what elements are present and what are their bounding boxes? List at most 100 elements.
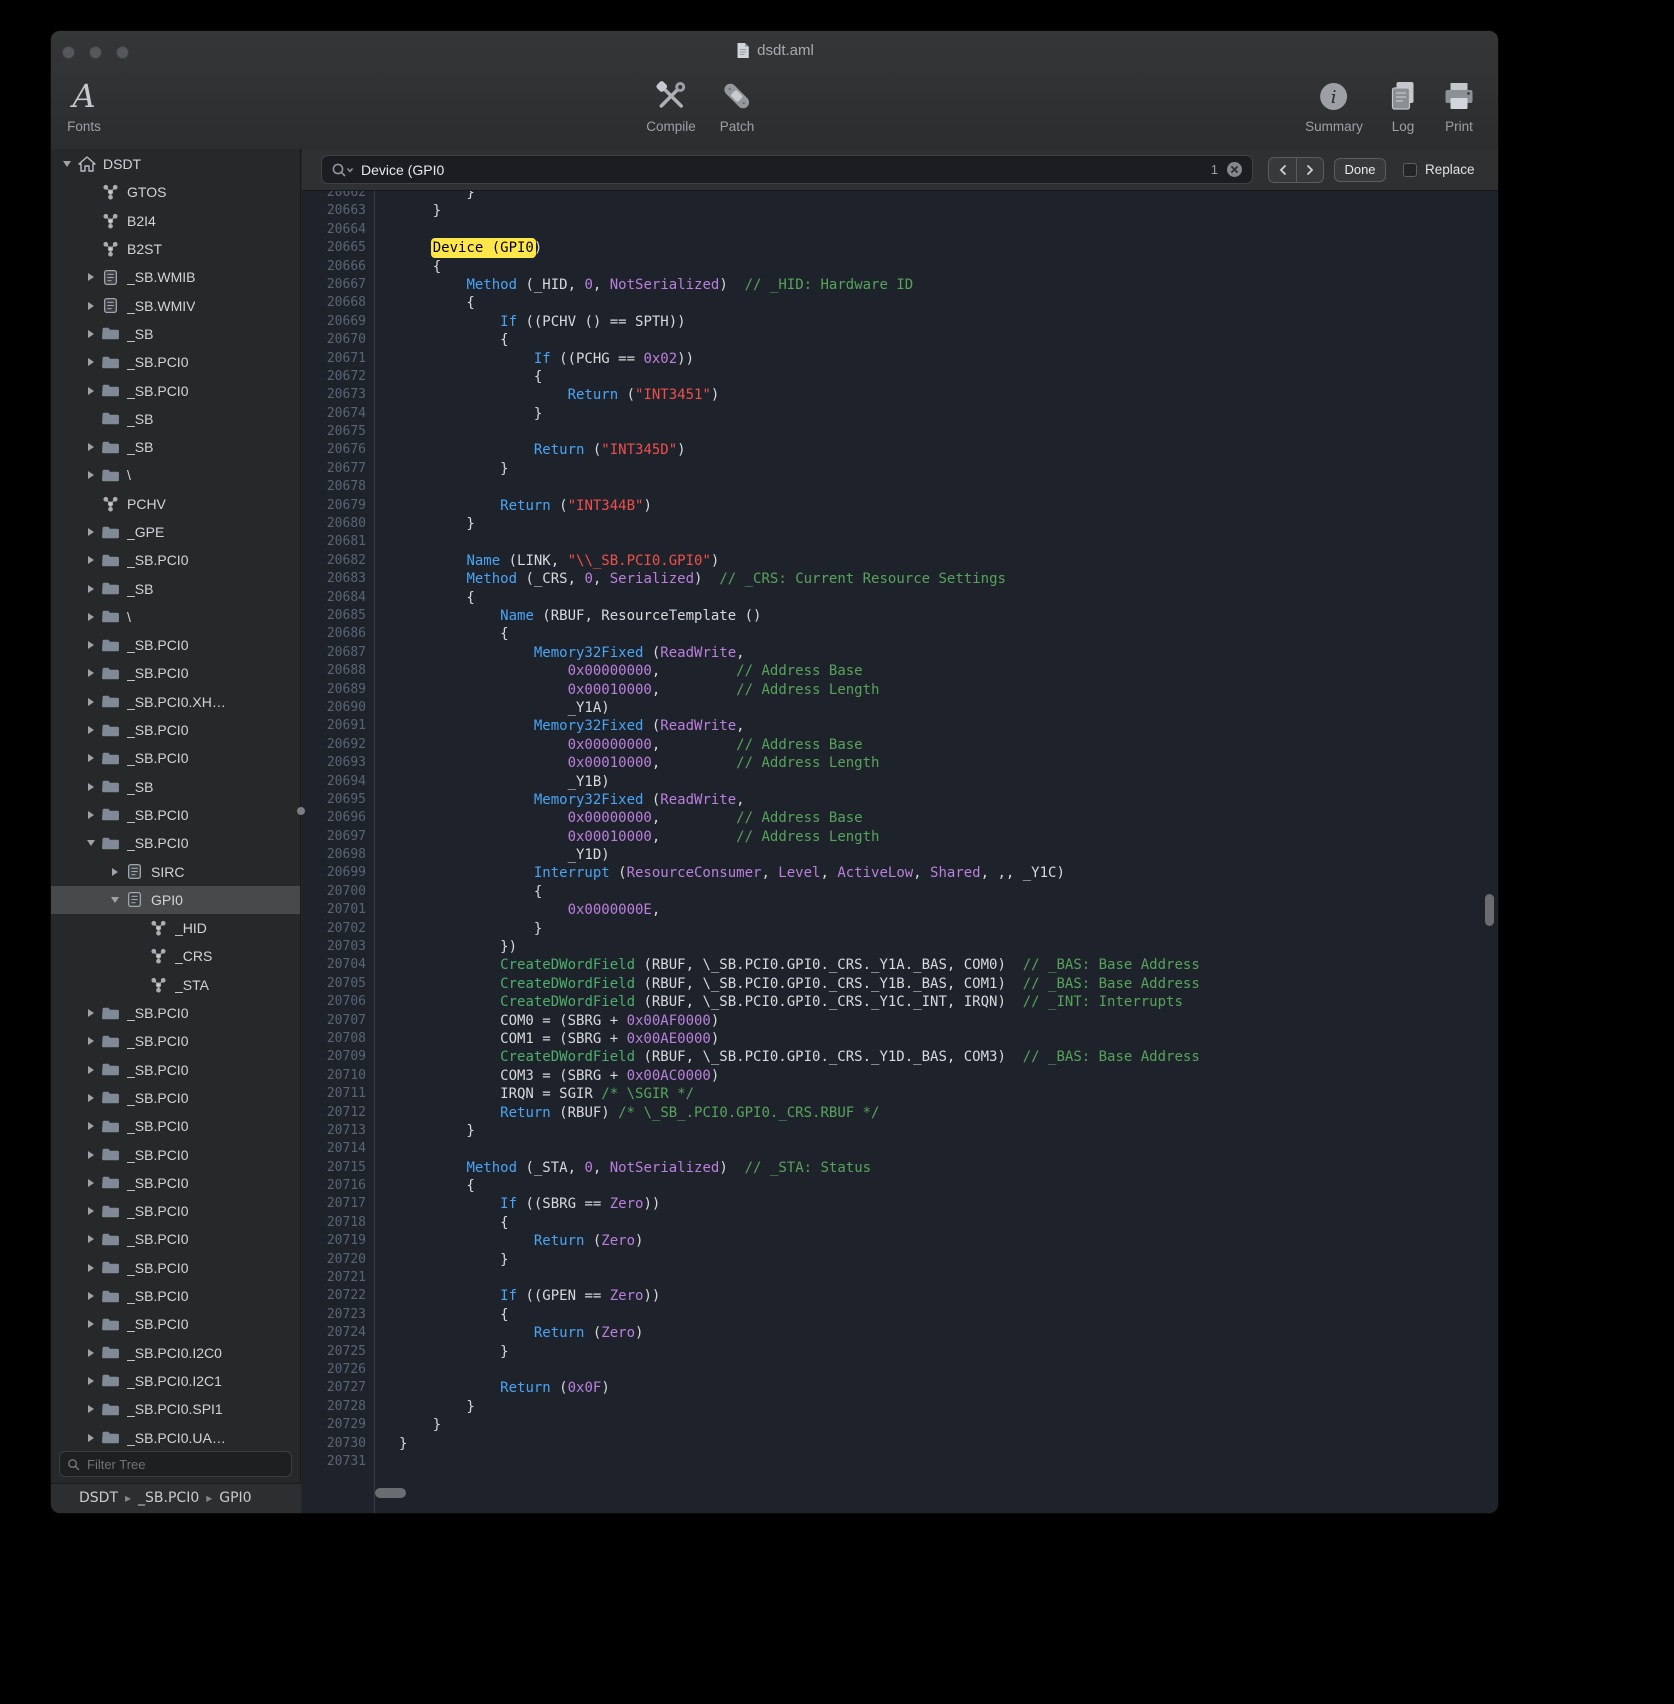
code-line[interactable]: 20696 0x00000000, // Address Base [302,809,1498,827]
code-line[interactable]: 20688 0x00000000, // Address Base [302,662,1498,680]
disclosure-triangle[interactable] [83,585,99,593]
disclosure-triangle[interactable] [83,1207,99,1215]
tree-item[interactable]: _SB.PCI0 [51,801,300,829]
code-line[interactable]: 20693 0x00010000, // Address Length [302,754,1498,772]
tree-item[interactable]: _SB.PCI0 [51,1112,300,1140]
disclosure-triangle[interactable] [83,556,99,564]
code-line[interactable]: 20729 } [302,1416,1498,1434]
code-line[interactable]: 20687 Memory32Fixed (ReadWrite, [302,644,1498,662]
tree-item[interactable]: _SB.PCI0 [51,744,300,772]
code-line[interactable]: 20721 [302,1269,1498,1287]
patch-button[interactable]: Patch [720,75,755,134]
tree-item[interactable]: _SB.WMIV [51,291,300,319]
summary-button[interactable]: i Summary [1305,75,1363,134]
code-line[interactable]: 20695 Memory32Fixed (ReadWrite, [302,791,1498,809]
code-line[interactable]: 20717 If ((SBRG == Zero)) [302,1195,1498,1213]
disclosure-triangle[interactable] [83,471,99,479]
code-line[interactable]: 20674 } [302,405,1498,423]
code-line[interactable]: 20715 Method (_STA, 0, NotSerialized) //… [302,1159,1498,1177]
code-line[interactable]: 20680 } [302,515,1498,533]
code-line[interactable]: 20664 [302,221,1498,239]
disclosure-triangle[interactable] [83,1066,99,1074]
code-line[interactable]: 20710 COM3 = (SBRG + 0x00AC0000) [302,1067,1498,1085]
tree-item[interactable]: SIRC [51,857,300,885]
breadcrumb-item[interactable]: DSDT [79,1490,118,1506]
code-line[interactable]: 20677 } [302,460,1498,478]
code-line[interactable]: 20711 IRQN = SGIR /* \SGIR */ [302,1085,1498,1103]
find-next-button[interactable] [1296,158,1323,182]
code-line[interactable]: 20679 Return ("INT344B") [302,497,1498,515]
code-line[interactable]: 20724 Return (Zero) [302,1324,1498,1342]
code-line[interactable]: 20714 [302,1140,1498,1158]
disclosure-triangle[interactable] [83,783,99,791]
tree-item[interactable]: _SB.WMIB [51,263,300,291]
code-line[interactable]: 20707 COM0 = (SBRG + 0x00AF0000) [302,1012,1498,1030]
code-line[interactable]: 20676 Return ("INT345D") [302,441,1498,459]
filter-tree-field[interactable] [59,1451,292,1477]
done-button[interactable]: Done [1334,158,1386,182]
print-button[interactable]: Print [1443,75,1476,134]
code-line[interactable]: 20694 _Y1B) [302,773,1498,791]
code-line[interactable]: 20669 If ((PCHV () == SPTH)) [302,313,1498,331]
tree-item[interactable]: _SB [51,405,300,433]
tree-item[interactable]: _SB.PCI0 [51,348,300,376]
tree-item[interactable]: \ [51,603,300,631]
clear-search-icon[interactable] [1226,161,1243,178]
log-button[interactable]: Log [1388,75,1419,134]
code-line[interactable]: 20722 If ((GPEN == Zero)) [302,1287,1498,1305]
disclosure-triangle[interactable] [83,387,99,395]
disclosure-triangle[interactable] [83,1292,99,1300]
tree-item[interactable]: _STA [51,971,300,999]
code-line[interactable]: 20709 CreateDWordField (RBUF, \_SB.PCI0.… [302,1048,1498,1066]
vertical-scrollbar-thumb[interactable] [1485,894,1494,926]
close-button[interactable] [62,46,75,59]
disclosure-triangle[interactable] [83,1009,99,1017]
disclosure-triangle[interactable] [83,726,99,734]
code-line[interactable]: 20728 } [302,1398,1498,1416]
tree-item[interactable]: _GPE [51,518,300,546]
tree-item[interactable]: _SB [51,574,300,602]
tree-item[interactable]: GTOS [51,178,300,206]
code-line[interactable]: 20705 CreateDWordField (RBUF, \_SB.PCI0.… [302,975,1498,993]
code-line[interactable]: 20665 Device (GPI0) [302,239,1498,257]
tree-item[interactable]: _SB.PCI0.I2C1 [51,1367,300,1395]
tree-item[interactable]: _SB.PCI0 [51,376,300,404]
code-line[interactable]: 20662 } [302,191,1498,202]
tree-item[interactable]: \ [51,461,300,489]
tree-item[interactable]: _CRS [51,942,300,970]
tree-item[interactable]: B2I4 [51,207,300,235]
code-line[interactable]: 20713 } [302,1122,1498,1140]
tree-item[interactable]: _SB [51,773,300,801]
disclosure-triangle[interactable] [83,1094,99,1102]
code-line[interactable]: 20699 Interrupt (ResourceConsumer, Level… [302,864,1498,882]
disclosure-triangle[interactable] [83,669,99,677]
tree-item[interactable]: _SB.PCI0 [51,829,300,857]
tree-item[interactable]: _SB.PCI0 [51,659,300,687]
tree-item[interactable]: _HID [51,914,300,942]
disclosure-triangle[interactable] [83,1434,99,1442]
tree-item[interactable]: _SB.PCI0.I2C0 [51,1338,300,1366]
code-line[interactable]: 20685 Name (RBUF, ResourceTemplate () [302,607,1498,625]
code-line[interactable]: 20671 If ((PCHG == 0x02)) [302,350,1498,368]
tree-item[interactable]: _SB.PCI0.XH… [51,688,300,716]
tree-item[interactable]: _SB.PCI0.SPI1 [51,1395,300,1423]
code-line[interactable]: 20681 [302,533,1498,551]
disclosure-triangle[interactable] [83,1179,99,1187]
disclosure-triangle[interactable] [83,1235,99,1243]
code-line[interactable]: 20689 0x00010000, // Address Length [302,681,1498,699]
disclosure-triangle[interactable] [107,897,123,903]
tree-item[interactable]: _SB.PCI0 [51,716,300,744]
disclosure-triangle[interactable] [83,1320,99,1328]
tree-item[interactable]: _SB.PCI0 [51,1140,300,1168]
code-line[interactable]: 20663 } [302,202,1498,220]
tree-item[interactable]: DSDT [51,150,300,178]
code-line[interactable]: 20690 _Y1A) [302,699,1498,717]
disclosure-triangle[interactable] [83,1264,99,1272]
code-line[interactable]: 20692 0x00000000, // Address Base [302,736,1498,754]
code-line[interactable]: 20720 } [302,1251,1498,1269]
minimize-button[interactable] [89,46,102,59]
tree-item[interactable]: _SB.PCI0 [51,1169,300,1197]
fonts-button[interactable]: A Fonts [67,75,101,134]
code-line[interactable]: 20684 { [302,589,1498,607]
code-line[interactable]: 20727 Return (0x0F) [302,1379,1498,1397]
